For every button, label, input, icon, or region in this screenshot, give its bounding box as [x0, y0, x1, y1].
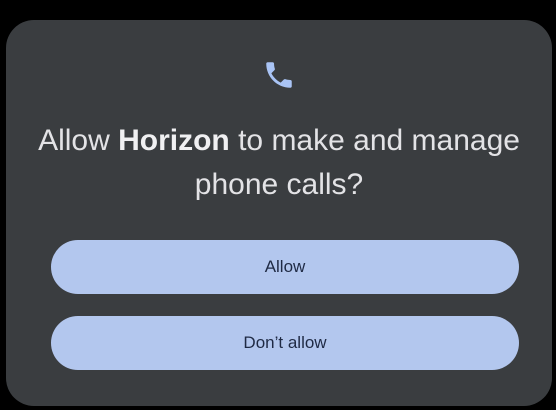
allow-button[interactable]: Allow: [51, 240, 519, 294]
dialog-title: Allow Horizon to make and manage phone c…: [26, 119, 532, 207]
title-suffix: to make and manage phone calls?: [194, 124, 520, 201]
title-prefix: Allow: [38, 124, 119, 157]
phone-icon: [266, 62, 292, 88]
dont-allow-button[interactable]: Don’t allow: [51, 316, 519, 370]
app-name: Horizon: [118, 124, 230, 157]
permission-dialog: Allow Horizon to make and manage phone c…: [6, 20, 552, 406]
screen: Allow Horizon to make and manage phone c…: [0, 0, 556, 410]
icon-container: [6, 58, 552, 98]
